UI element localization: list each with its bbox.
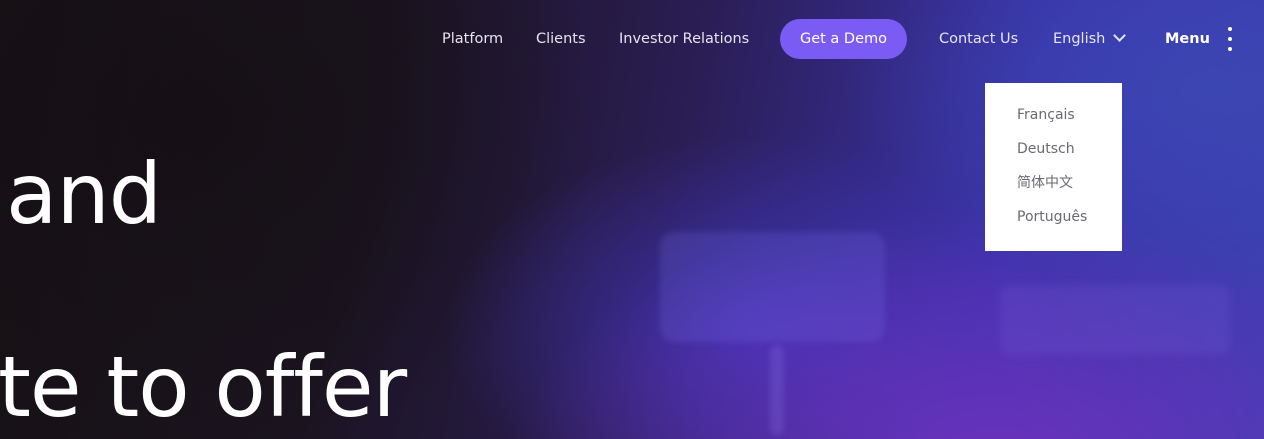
- language-option-portugues[interactable]: Português: [1017, 207, 1087, 227]
- nav-link-investor-relations[interactable]: Investor Relations: [619, 19, 749, 59]
- hero-heading-line: te to offer: [0, 338, 407, 436]
- background-blur-shape: [660, 232, 885, 342]
- hero-heading-line: and: [6, 145, 162, 243]
- nav-link-contact-us[interactable]: Contact Us: [939, 19, 1018, 59]
- nav-link-clients[interactable]: Clients: [536, 19, 586, 59]
- kebab-dot: [1228, 37, 1232, 41]
- background-blur-shape: [1000, 285, 1230, 355]
- chevron-down-icon: [1113, 29, 1127, 42]
- language-option-francais[interactable]: Français: [1017, 105, 1075, 125]
- kebab-dot: [1228, 27, 1232, 31]
- language-selector-label: English: [1053, 31, 1106, 47]
- top-navigation: Platform Clients Investor Relations Get …: [0, 19, 1264, 59]
- nav-link-platform[interactable]: Platform: [442, 19, 503, 59]
- language-option-chinese[interactable]: 简体中文: [1017, 173, 1073, 193]
- language-selector[interactable]: English: [1053, 19, 1127, 59]
- menu-button[interactable]: Menu: [1165, 19, 1210, 59]
- language-dropdown: Français Deutsch 简体中文 Português: [985, 83, 1122, 251]
- language-option-deutsch[interactable]: Deutsch: [1017, 139, 1075, 159]
- background-blur-shape: [770, 345, 784, 435]
- kebab-menu-icon[interactable]: [1222, 25, 1238, 53]
- kebab-dot: [1228, 47, 1232, 51]
- get-a-demo-button[interactable]: Get a Demo: [780, 19, 907, 59]
